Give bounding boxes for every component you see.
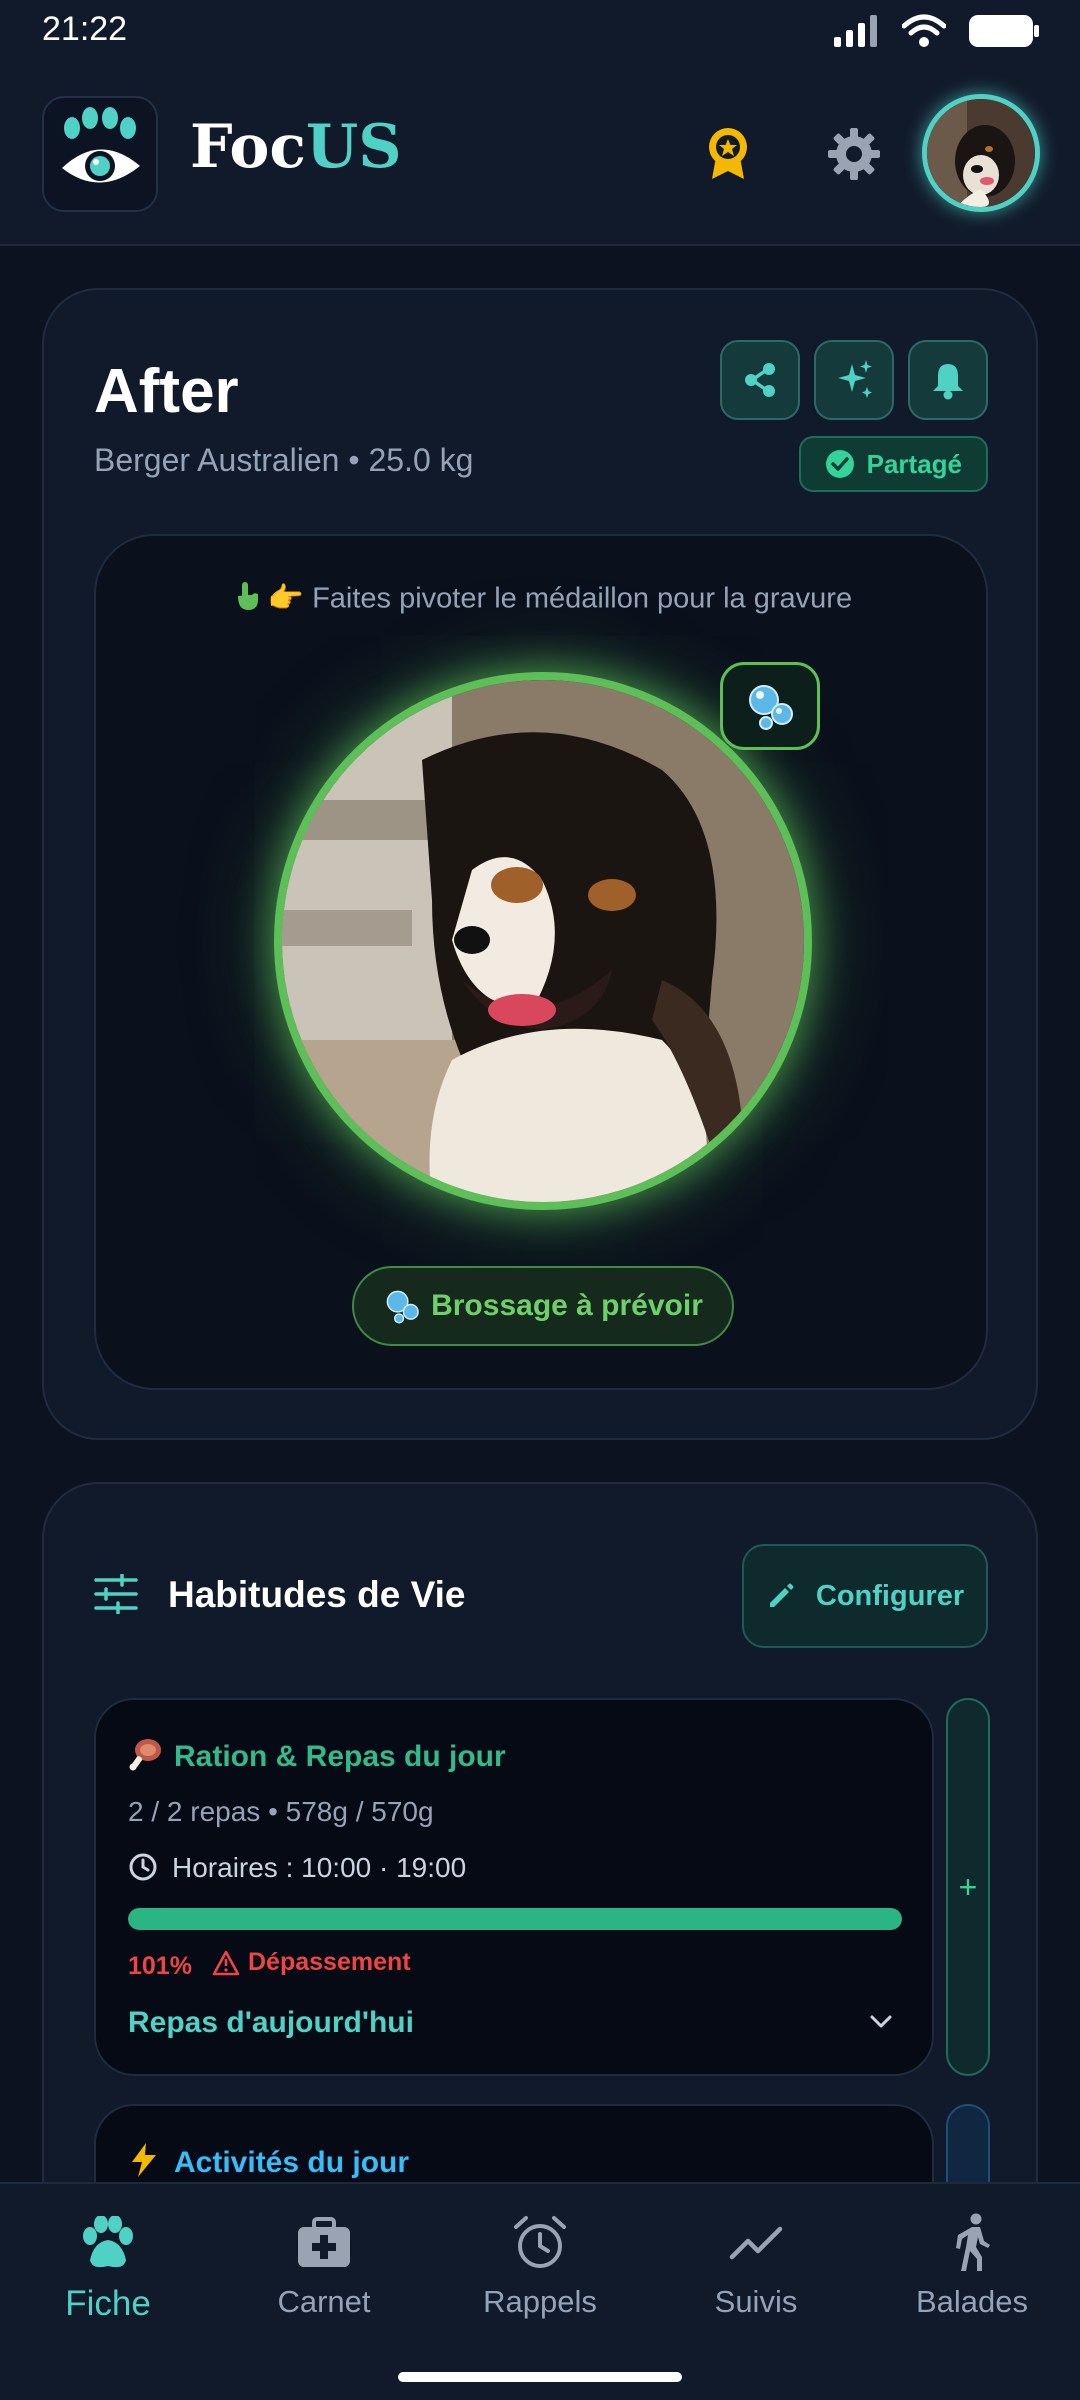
paw-icon [83, 2216, 133, 2268]
wifi-icon [902, 14, 946, 47]
nav-rappels[interactable]: Rappels [432, 2208, 648, 2320]
overflow-label: Dépassement [248, 1948, 411, 1976]
lightning-icon [128, 2142, 160, 2186]
award-button[interactable] [696, 122, 760, 186]
nav-label: Carnet [277, 2284, 371, 2319]
rotate-hint-text: 👉 Faites pivoter le médaillon pour la gr… [267, 582, 853, 615]
medical-kit-icon [298, 2217, 350, 2267]
settings-button[interactable] [822, 122, 886, 186]
app-logo[interactable] [42, 96, 158, 212]
avatar[interactable] [922, 94, 1040, 212]
signal-icon [834, 15, 877, 47]
alarm-clock-icon [514, 2216, 566, 2268]
overflow-warning: Dépassement [212, 1948, 411, 1977]
status-icons [834, 14, 1040, 48]
battery-icon [969, 15, 1039, 47]
meal-progress-fill [128, 1908, 902, 1930]
award-badge-icon [709, 128, 747, 179]
paw-eye-logo-icon [62, 107, 140, 183]
warning-icon [212, 1950, 240, 1975]
nav-carnet[interactable]: Carnet [216, 2208, 432, 2320]
rotate-hint: 👉 Faites pivoter le médaillon pour la gr… [96, 580, 990, 620]
pet-name: After [94, 357, 239, 426]
chevron-down-icon[interactable] [866, 2006, 896, 2036]
bubbles-icon [386, 1290, 419, 1324]
status-bar: 21:22 [0, 0, 1080, 60]
dog-medallion[interactable] [274, 672, 812, 1210]
meal-count: 2 / 2 repas • 578g / 570g [128, 1796, 434, 1827]
share-button[interactable] [720, 340, 800, 420]
today-meals-toggle[interactable]: Repas d'aujourd'hui [128, 2006, 414, 2040]
sparkles-icon [838, 360, 872, 398]
walking-icon [956, 2213, 990, 2271]
nav-label: Rappels [483, 2284, 597, 2319]
status-time: 21:22 [42, 10, 128, 48]
brand-part-white: Foc [190, 112, 306, 182]
add-meal-button[interactable]: + [946, 1698, 990, 2076]
brushing-reminder-button[interactable]: Brossage à prévoir [352, 1266, 734, 1346]
pet-subtitle: Berger Australien • 25.0 kg [94, 442, 474, 478]
app-brand: FocUS [190, 112, 402, 182]
bottom-nav: Fiche Carnet Rappels Suivis Balades [0, 2182, 1080, 2400]
shared-label: Partagé [866, 448, 962, 479]
dog-avatar-icon [927, 99, 1035, 207]
sliders-icon [94, 1574, 138, 1614]
clock-icon [129, 1853, 157, 1881]
bubbles-icon [749, 685, 793, 730]
nav-suivis[interactable]: Suivis [648, 2208, 864, 2320]
nav-label: Suivis [714, 2284, 798, 2319]
configure-button[interactable]: Configurer [742, 1544, 988, 1648]
meal-percent: 101% [128, 1952, 192, 1980]
pet-card: After Berger Australien • 25.0 kg Partag… [42, 288, 1038, 1440]
brushing-label: Brossage à prévoir [431, 1289, 703, 1322]
share-icon [745, 363, 775, 397]
brand-part-accent: US [305, 112, 402, 182]
meal-ration-panel: Ration & Repas du jour 2 / 2 repas • 578… [94, 1698, 934, 2076]
configure-label: Configurer [815, 1579, 965, 1612]
nav-balades[interactable]: Balades [864, 2208, 1080, 2320]
bell-icon [933, 364, 963, 400]
habits-title: Habitudes de Vie [168, 1574, 466, 1615]
grooming-status-button[interactable] [720, 662, 820, 750]
dog-photo [282, 680, 804, 1202]
nav-label: Balades [915, 2284, 1029, 2319]
plus-icon: + [958, 1868, 978, 1905]
activities-title: Activités du jour [174, 2146, 410, 2179]
meal-progress-bar [128, 1908, 902, 1930]
check-circle-icon [825, 450, 854, 478]
medallion-panel: 👉 Faites pivoter le médaillon pour la gr… [94, 534, 988, 1390]
nav-label: Fiche [65, 2284, 151, 2323]
meal-hours: Horaires : 10:00 · 19:00 [172, 1852, 467, 1883]
gear-icon [828, 128, 880, 180]
nav-fiche[interactable]: Fiche [0, 2208, 216, 2324]
notifications-button[interactable] [908, 340, 988, 420]
pencil-icon [769, 1583, 794, 1607]
meal-title: Ration & Repas du jour [174, 1740, 506, 1773]
ai-sparkles-button[interactable] [814, 340, 894, 420]
app-header: FocUS [0, 60, 1080, 246]
shared-status-badge: Partagé [798, 436, 988, 492]
meat-icon [128, 1736, 164, 1780]
home-indicator[interactable] [398, 2372, 682, 2382]
trend-line-icon [729, 2226, 783, 2260]
tap-hand-icon [234, 580, 262, 620]
